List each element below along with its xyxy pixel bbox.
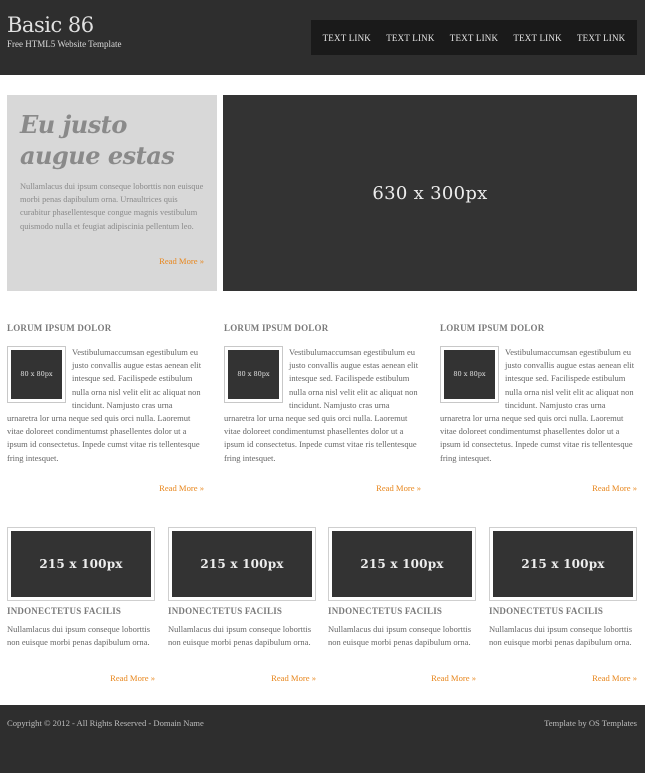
hero-image-label: 630 x 300px: [372, 182, 488, 204]
feature-box-3: 215 x 100px INDONECTETUS FACILIS Nullaml…: [328, 527, 476, 683]
box-image-label: 215 x 100px: [521, 557, 605, 571]
thumbnail-frame: 80 x 80px: [7, 346, 66, 403]
column-body: 80 x 80px Vestibulumaccumsan egestibulum…: [7, 346, 204, 465]
thumbnail-frame: 80 x 80px: [440, 346, 499, 403]
box-read-more-link[interactable]: Read More »: [431, 673, 476, 683]
box-image-placeholder: 215 x 100px: [172, 531, 312, 597]
nav-link-2[interactable]: TEXT LINK: [386, 33, 434, 43]
site-header: Basic 86 Free HTML5 Website Template TEX…: [0, 0, 645, 75]
box-image-placeholder: 215 x 100px: [11, 531, 151, 597]
box-image-label: 215 x 100px: [39, 557, 123, 571]
column-read-more-link[interactable]: Read More »: [592, 483, 637, 493]
box-read-more-link[interactable]: Read More »: [592, 673, 637, 683]
thumbnail-frame: 80 x 80px: [224, 346, 283, 403]
box-text: Nullamlacus dui ipsum conseque loborttis…: [168, 624, 312, 648]
site-tagline: Free HTML5 Website Template: [7, 39, 122, 49]
template-credit-link[interactable]: Template by OS Templates: [544, 718, 637, 728]
thumbnail-label: 80 x 80px: [228, 350, 279, 399]
box-text: Nullamlacus dui ipsum conseque loborttis…: [7, 624, 151, 648]
nav-link-1[interactable]: TEXT LINK: [323, 33, 371, 43]
box-image-placeholder: 215 x 100px: [332, 531, 472, 597]
column-body: 80 x 80px Vestibulumaccumsan egestibulum…: [224, 346, 421, 465]
thumbnail-label: 80 x 80px: [11, 350, 62, 399]
hero-image-placeholder: 630 x 300px: [223, 95, 637, 291]
thumbnail-label: 80 x 80px: [444, 350, 495, 399]
feature-box-4: 215 x 100px INDONECTETUS FACILIS Nullaml…: [489, 527, 637, 683]
feature-box-1: 215 x 100px INDONECTETUS FACILIS Nullaml…: [7, 527, 155, 683]
box-text: Nullamlacus dui ipsum conseque loborttis…: [489, 624, 633, 648]
site-footer: Copyright © 2012 - All Rights Reserved -…: [0, 705, 645, 773]
content-column-3: LORUM IPSUM DOLOR 80 x 80px Vestibulumac…: [440, 323, 637, 493]
box-read-more-link[interactable]: Read More »: [110, 673, 155, 683]
box-image-frame: 215 x 100px: [7, 527, 155, 601]
box-image-frame: 215 x 100px: [328, 527, 476, 601]
box-image-label: 215 x 100px: [200, 557, 284, 571]
feature-box-2: 215 x 100px INDONECTETUS FACILIS Nullaml…: [168, 527, 316, 683]
column-heading: LORUM IPSUM DOLOR: [224, 323, 329, 333]
box-image-label: 215 x 100px: [360, 557, 444, 571]
column-read-more-link[interactable]: Read More »: [376, 483, 421, 493]
site-title[interactable]: Basic 86: [7, 13, 94, 37]
intro-read-more-link[interactable]: Read More »: [159, 256, 204, 266]
column-body: 80 x 80px Vestibulumaccumsan egestibulum…: [440, 346, 637, 465]
box-image-frame: 215 x 100px: [489, 527, 637, 601]
nav-link-3[interactable]: TEXT LINK: [450, 33, 498, 43]
intro-heading: Eu justo augue estas: [20, 110, 175, 170]
nav-link-5[interactable]: TEXT LINK: [577, 33, 625, 43]
copyright-text: Copyright © 2012 - All Rights Reserved -…: [7, 718, 204, 728]
box-image-frame: 215 x 100px: [168, 527, 316, 601]
column-read-more-link[interactable]: Read More »: [159, 483, 204, 493]
box-heading: INDONECTETUS FACILIS: [7, 606, 122, 616]
nav-link-4[interactable]: TEXT LINK: [513, 33, 561, 43]
intro-text: Nullamlacus dui ipsum conseque loborttis…: [20, 182, 204, 231]
content-column-1: LORUM IPSUM DOLOR 80 x 80px Vestibulumac…: [7, 323, 204, 493]
box-read-more-link[interactable]: Read More »: [271, 673, 316, 683]
box-heading: INDONECTETUS FACILIS: [168, 606, 283, 616]
column-heading: LORUM IPSUM DOLOR: [7, 323, 112, 333]
box-image-placeholder: 215 x 100px: [493, 531, 633, 597]
box-heading: INDONECTETUS FACILIS: [489, 606, 604, 616]
intro-box: Eu justo augue estas Nullamlacus dui ips…: [7, 95, 217, 291]
top-navigation: TEXT LINK TEXT LINK TEXT LINK TEXT LINK …: [311, 20, 637, 55]
column-heading: LORUM IPSUM DOLOR: [440, 323, 545, 333]
content-column-2: LORUM IPSUM DOLOR 80 x 80px Vestibulumac…: [224, 323, 421, 493]
box-text: Nullamlacus dui ipsum conseque loborttis…: [328, 624, 472, 648]
box-heading: INDONECTETUS FACILIS: [328, 606, 443, 616]
